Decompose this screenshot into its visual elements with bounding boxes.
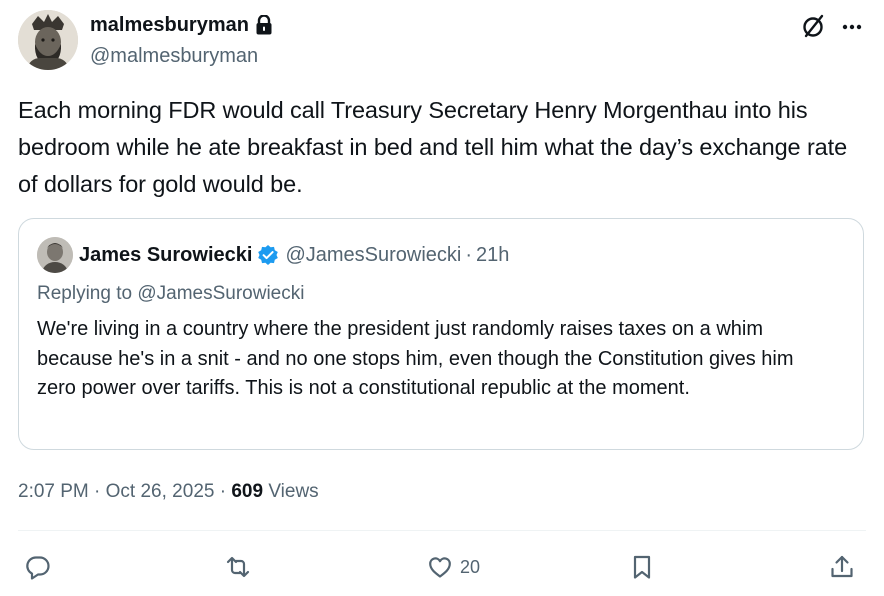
- quoted-display-name[interactable]: James Surowiecki: [79, 241, 252, 269]
- reply-button[interactable]: [24, 552, 52, 582]
- quoted-handle[interactable]: @JamesSurowiecki: [285, 241, 461, 269]
- quoted-text: We're living in a country where the pres…: [37, 318, 794, 399]
- like-button[interactable]: 20: [426, 552, 480, 582]
- more-icon[interactable]: [838, 12, 866, 40]
- divider: [18, 530, 866, 531]
- quoted-header: James Surowiecki @JamesSurowiecki · 21h: [79, 241, 509, 269]
- lock-icon: [255, 15, 273, 35]
- quoted-separator: ·: [465, 244, 473, 266]
- quoted-timestamp[interactable]: 21h: [476, 241, 509, 269]
- tweet-time[interactable]: 2:07 PM: [18, 481, 89, 502]
- heart-icon: [426, 553, 454, 581]
- grok-icon[interactable]: [800, 12, 828, 40]
- views-label: Views: [268, 481, 319, 502]
- meta-separator: ·: [219, 481, 227, 502]
- repost-button[interactable]: [224, 552, 252, 582]
- share-icon: [828, 553, 856, 581]
- meta-separator: ·: [94, 481, 101, 502]
- author-handle[interactable]: @malmesburyman: [90, 43, 258, 69]
- quoted-author-avatar[interactable]: [37, 237, 73, 273]
- author-avatar[interactable]: [18, 10, 78, 70]
- like-count: 20: [460, 556, 481, 577]
- quoted-tweet-card[interactable]: James Surowiecki @JamesSurowiecki · 21h …: [18, 218, 864, 450]
- share-button[interactable]: [828, 552, 856, 582]
- quoted-replying-to: Replying to @JamesSurowiecki: [37, 283, 305, 304]
- views-count: 609: [231, 481, 264, 502]
- bookmark-icon: [628, 553, 656, 581]
- author-display-name-row[interactable]: malmesburyman: [90, 12, 273, 38]
- bookmark-button[interactable]: [628, 552, 656, 582]
- verified-badge-icon: [257, 244, 279, 266]
- repost-icon: [224, 553, 252, 581]
- tweet-text: Each morning FDR would call Treasury Sec…: [18, 97, 848, 197]
- author-display-name[interactable]: malmesburyman: [90, 12, 249, 38]
- tweet-date[interactable]: Oct 26, 2025: [106, 481, 215, 502]
- tweet-meta: 2:07 PM · Oct 26, 2025 · 609 Views: [18, 478, 319, 506]
- reply-icon: [24, 553, 52, 581]
